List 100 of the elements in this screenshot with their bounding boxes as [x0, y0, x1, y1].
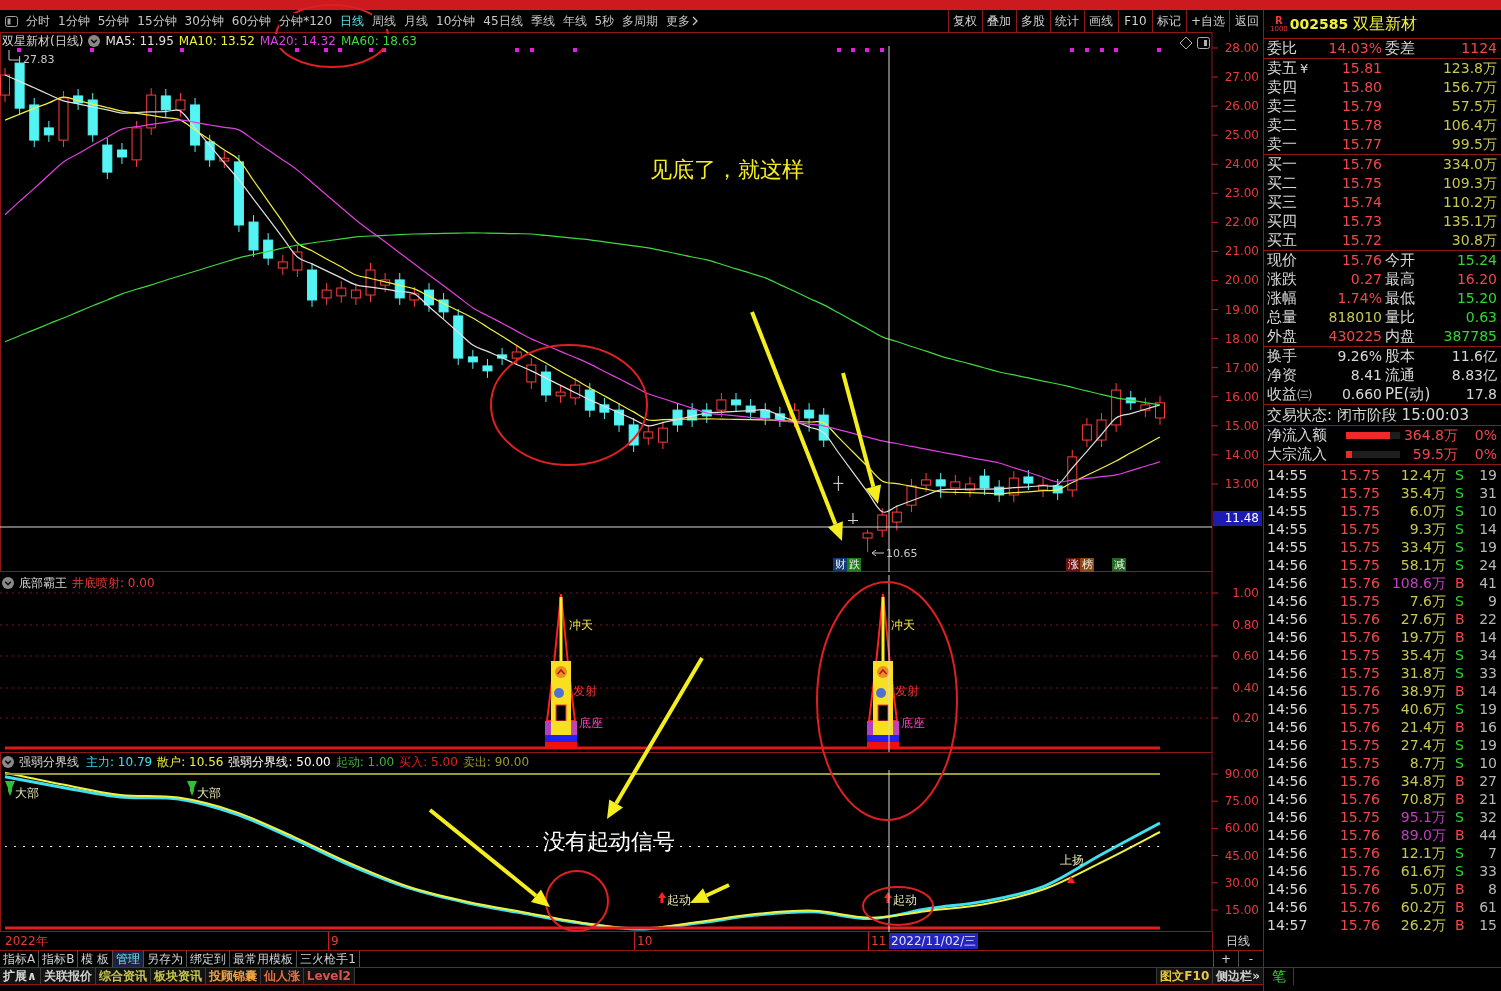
- quote-value: 15.76: [1340, 251, 1382, 270]
- cursor-price-tag: 11.48: [1213, 511, 1262, 526]
- order-volume: 123.8万: [1441, 59, 1498, 78]
- trade-count: 27: [1478, 772, 1498, 790]
- template-tab[interactable]: 指标B: [39, 951, 79, 967]
- trade-price: 15.76: [1338, 826, 1380, 844]
- candlestick: [526, 357, 537, 390]
- trade-time: 14:56: [1266, 754, 1309, 772]
- period-tab[interactable]: 5秒: [594, 13, 615, 29]
- info-link[interactable]: 仙人涨: [260, 968, 304, 984]
- order-volume: 334.0万: [1441, 155, 1498, 174]
- template-tab[interactable]: 绑定到: [187, 951, 231, 967]
- trade-side: S: [1454, 808, 1465, 826]
- trade-time: 14:56: [1266, 700, 1309, 718]
- period-tab[interactable]: 60分钟: [231, 13, 272, 29]
- quote-value: 11.6亿: [1450, 347, 1498, 366]
- trade-time: 14:56: [1266, 736, 1309, 754]
- period-tab[interactable]: 周线: [372, 13, 397, 29]
- toolbar-button[interactable]: 画线: [1083, 10, 1118, 32]
- template-tab[interactable]: 最常用模板: [230, 951, 298, 967]
- trade-price: 15.76: [1338, 718, 1380, 736]
- template-tab[interactable]: 指标A: [0, 951, 40, 967]
- info-link[interactable]: 侧边栏»: [1212, 968, 1263, 984]
- period-tab[interactable]: 45日线: [483, 13, 523, 29]
- value-tick-label: 45.00: [1224, 848, 1259, 863]
- info-link[interactable]: 关联报价: [40, 968, 96, 984]
- collapse-icon[interactable]: [2, 756, 14, 768]
- quote-label: 股本: [1384, 347, 1416, 366]
- candlestick: [614, 402, 625, 433]
- period-tab[interactable]: 分钟*120: [279, 13, 333, 29]
- period-tab[interactable]: 季线: [530, 13, 555, 29]
- circle-annotation: [545, 870, 609, 932]
- info-link[interactable]: Level2: [303, 968, 355, 984]
- period-tab[interactable]: 30分钟: [184, 13, 224, 29]
- panel-toggle-icon[interactable]: [1197, 37, 1210, 49]
- trade-price: 15.76: [1338, 574, 1380, 592]
- toolbar-button[interactable]: 复权: [947, 10, 982, 32]
- leader-arrow: [871, 549, 885, 557]
- toolbar-button[interactable]: F10: [1117, 10, 1152, 32]
- trade-side: B: [1454, 826, 1466, 844]
- trade-volume: 26.2万: [1399, 916, 1446, 934]
- toolbar-button[interactable]: +自选: [1185, 10, 1229, 32]
- period-tab[interactable]: 15分钟: [137, 13, 177, 29]
- candlestick: [862, 529, 873, 553]
- info-link[interactable]: 扩展∧: [0, 968, 41, 984]
- candlestick: [263, 232, 274, 266]
- toolbar-button[interactable]: 统计: [1049, 10, 1084, 32]
- trade-count: 10: [1478, 754, 1498, 772]
- trade-volume: 12.1万: [1399, 844, 1446, 862]
- order-price: 15.79: [1340, 97, 1382, 116]
- info-link[interactable]: 图文F10: [1156, 968, 1213, 984]
- indicator-legend: 起动: 1.00: [335, 755, 395, 769]
- period-tab[interactable]: 月线: [404, 13, 429, 29]
- toolbar-button[interactable]: 叠加: [981, 10, 1016, 32]
- more-button[interactable]: 更多: [666, 13, 699, 29]
- candlestick: [438, 292, 449, 320]
- order-level-label: 买四: [1267, 212, 1297, 231]
- period-tab[interactable]: 1分钟: [58, 13, 90, 29]
- info-link[interactable]: 板块资讯: [150, 968, 206, 984]
- quote-label: 委差: [1384, 39, 1416, 58]
- order-volume: 110.2万: [1441, 193, 1498, 212]
- sidebar-toggle-icon[interactable]: [5, 15, 18, 27]
- quote-label: 最高: [1384, 270, 1416, 289]
- signal-label: 大部: [15, 786, 39, 800]
- period-tab[interactable]: 年线: [562, 13, 587, 29]
- trade-side: B: [1454, 574, 1466, 592]
- trade-price: 15.75: [1338, 736, 1380, 754]
- value-tick-label: 0.20: [1232, 711, 1259, 725]
- template-tab[interactable]: 另存为: [144, 951, 188, 967]
- price-tick-label: 28.00: [1224, 41, 1259, 55]
- period-tab[interactable]: 多周期: [622, 13, 659, 29]
- period-tab[interactable]: 5分钟: [97, 13, 130, 29]
- candlestick: [116, 142, 127, 165]
- trade-count: 34: [1478, 646, 1498, 664]
- tick-tab[interactable]: 笔: [1264, 968, 1294, 985]
- info-link[interactable]: 投顾锦囊: [205, 968, 261, 984]
- zoom-button[interactable]: +: [1213, 951, 1238, 967]
- trade-count: 14: [1478, 682, 1498, 700]
- indicator-legend: 散户: 10.56: [157, 755, 224, 769]
- trade-time: 14:55: [1266, 520, 1309, 538]
- trade-side: S: [1454, 754, 1465, 772]
- toolbar-button[interactable]: 标记: [1151, 10, 1186, 32]
- template-tab[interactable]: 管理: [113, 951, 145, 967]
- trade-volume: 60.2万: [1399, 898, 1446, 916]
- flow-label: 净流入额: [1266, 426, 1328, 445]
- collapse-icon[interactable]: [2, 577, 14, 589]
- trade-count: 41: [1478, 574, 1498, 592]
- info-link[interactable]: 综合资讯: [95, 968, 151, 984]
- quote-label: 量比: [1384, 308, 1416, 327]
- dropdown-icon[interactable]: [88, 35, 101, 47]
- signal-label: 大部: [197, 786, 221, 800]
- value-tick-label: 0.60: [1232, 649, 1259, 663]
- toolbar-button[interactable]: 多股: [1015, 10, 1050, 32]
- period-tab[interactable]: 日线: [340, 13, 365, 29]
- diamond-icon[interactable]: [1179, 36, 1193, 50]
- candlestick: [643, 424, 654, 446]
- template-tab[interactable]: 三火枪手1: [297, 951, 360, 967]
- period-tab[interactable]: 分时: [26, 13, 50, 29]
- order-level-label: 卖一: [1267, 135, 1297, 154]
- period-tab[interactable]: 10分钟: [436, 13, 476, 29]
